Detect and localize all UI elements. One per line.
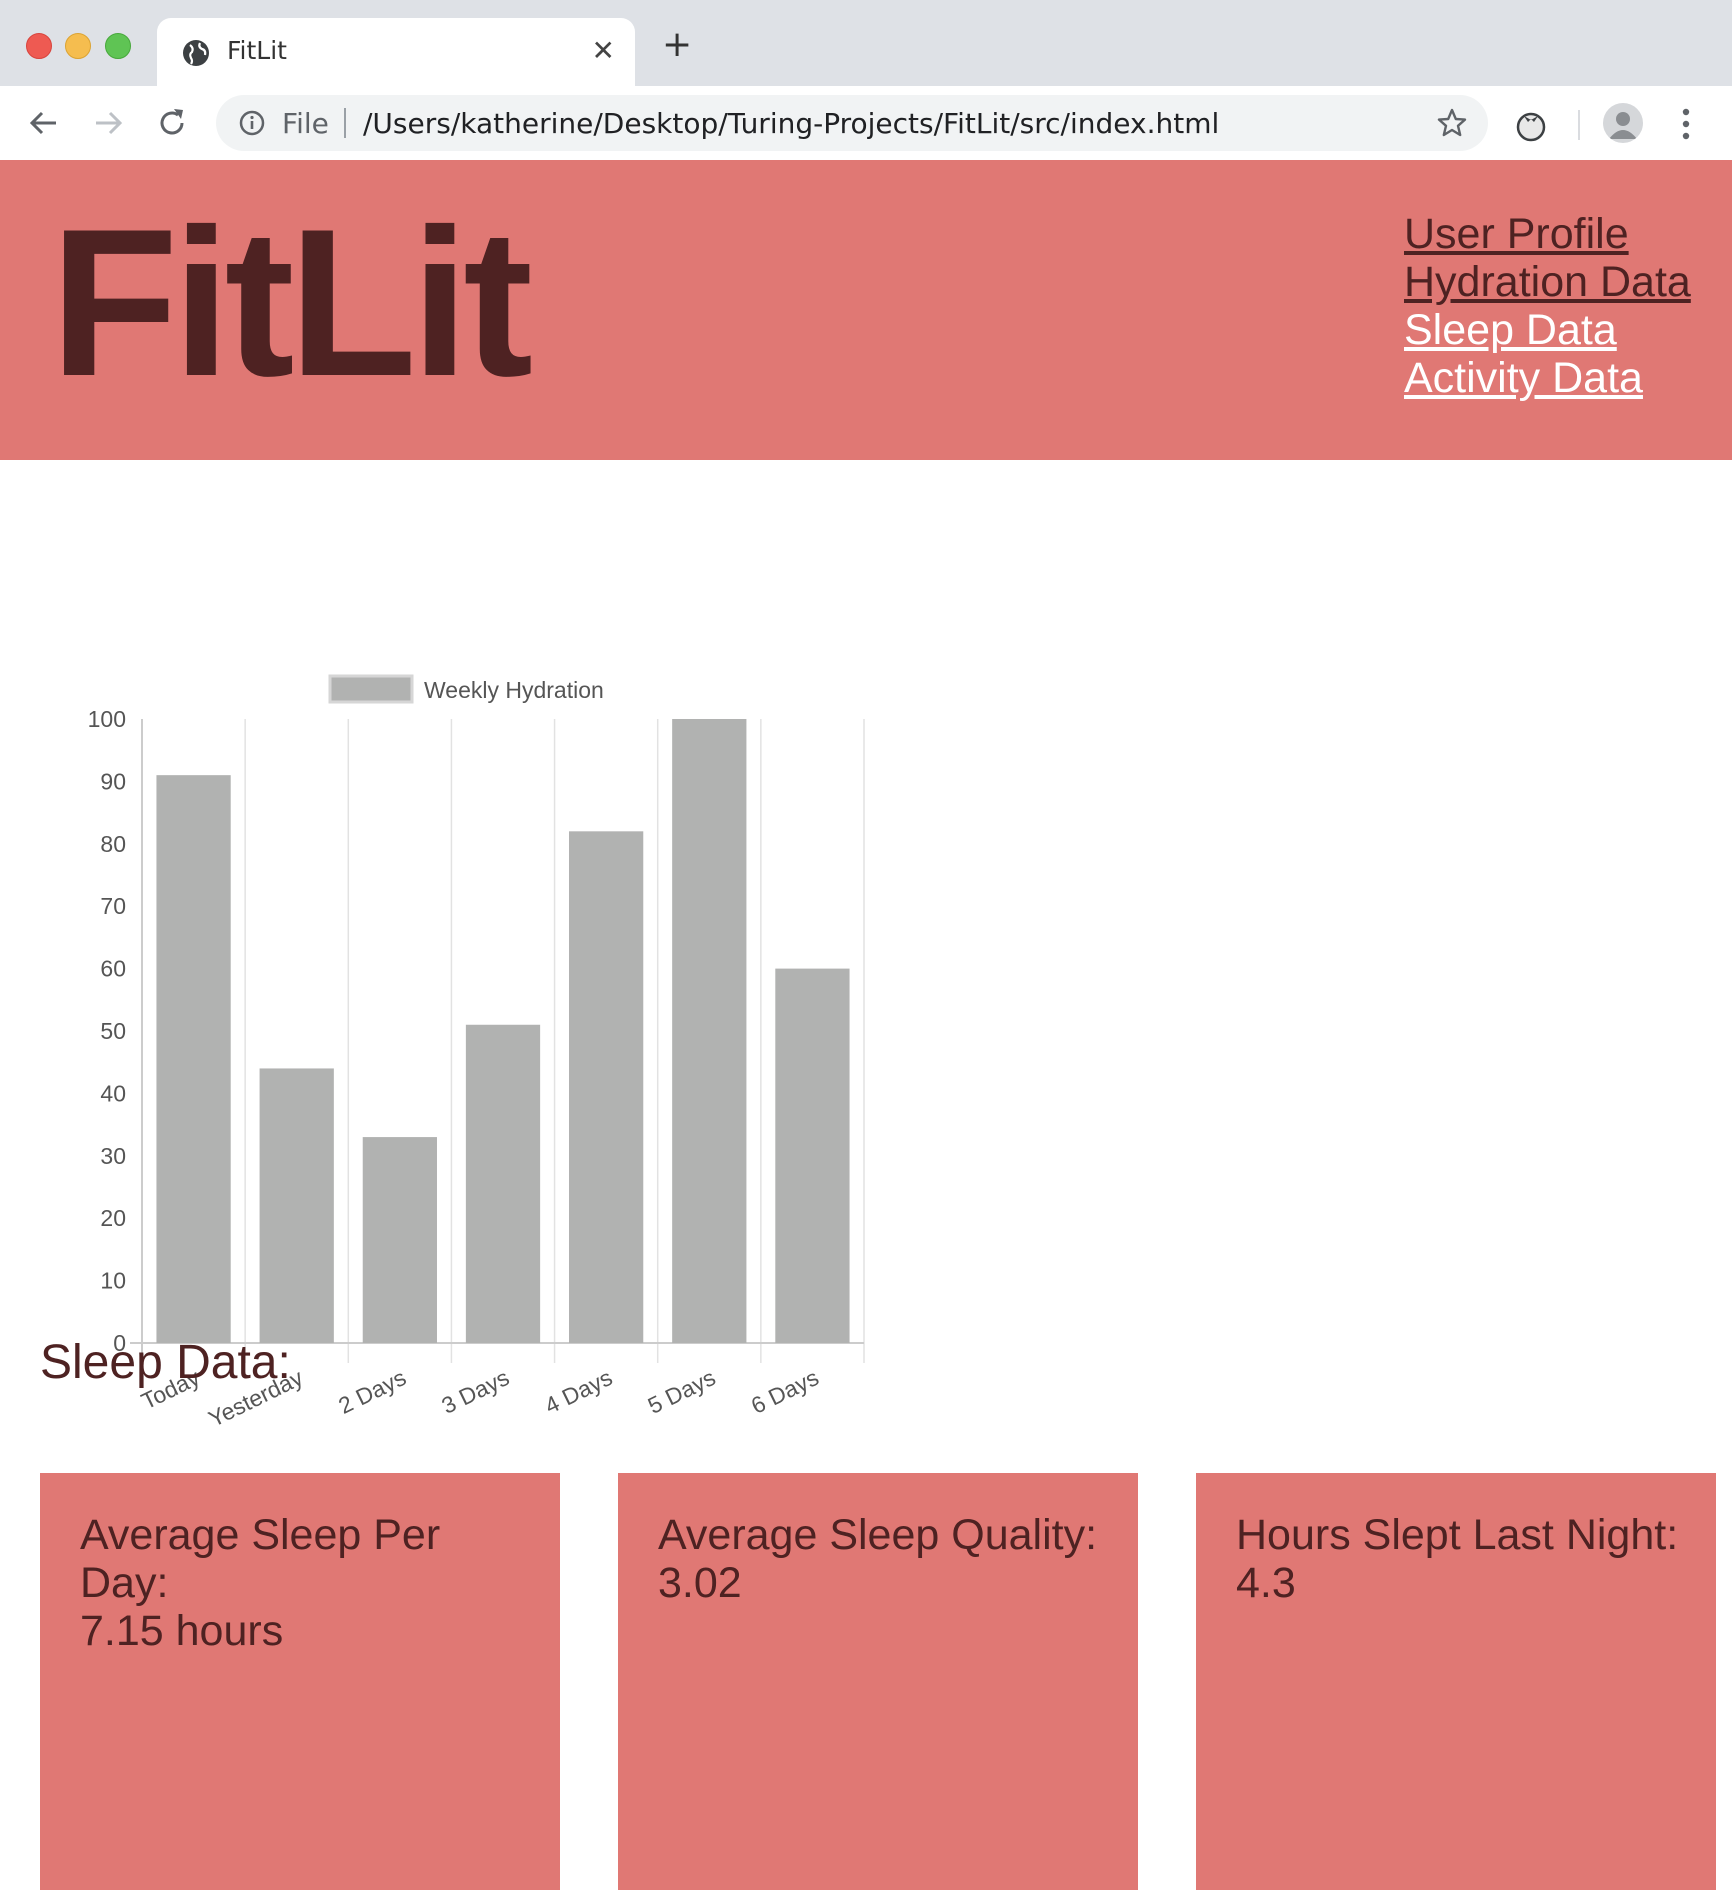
close-tab-icon[interactable]: ✕ <box>592 34 615 67</box>
person-icon <box>1609 112 1637 139</box>
bar <box>569 831 644 1343</box>
card-value: 7.15 hours <box>80 1607 284 1655</box>
x-tick-label: 3 Days <box>437 1364 513 1419</box>
y-tick-label: 40 <box>100 1080 126 1106</box>
y-tick-label: 20 <box>100 1205 126 1231</box>
card-label: Average Sleep Quality: <box>658 1511 1098 1559</box>
tomato-extension-icon[interactable] <box>1513 107 1549 143</box>
logo: FitLit <box>50 185 533 420</box>
profile-avatar[interactable] <box>1603 103 1643 143</box>
info-icon[interactable] <box>238 109 266 137</box>
nav-link-hydration-data[interactable]: Hydration Data <box>1404 258 1691 306</box>
page-content: FitLit User Profile Hydration Data Sleep… <box>0 160 1732 1890</box>
kebab-menu-icon[interactable] <box>1676 104 1696 144</box>
bar <box>775 968 850 1343</box>
nav-link-user-profile[interactable]: User Profile <box>1404 210 1691 258</box>
legend-label: Weekly Hydration <box>424 677 604 703</box>
y-tick-label: 60 <box>100 956 126 982</box>
y-tick-label: 50 <box>100 1018 126 1044</box>
y-tick-label: 100 <box>88 706 126 732</box>
nav-link-activity-data[interactable]: Activity Data <box>1404 354 1691 402</box>
address-separator <box>344 108 346 138</box>
close-window-button[interactable] <box>26 33 52 59</box>
tab-title: FitLit <box>227 36 287 65</box>
forward-arrow-icon[interactable] <box>90 105 126 141</box>
nav-links: User Profile Hydration Data Sleep Data A… <box>1404 210 1691 402</box>
address-scheme-label: File <box>282 107 329 140</box>
toolbar-divider <box>1578 110 1580 140</box>
bookmark-star-icon[interactable] <box>1436 107 1468 139</box>
legend-swatch <box>328 674 414 704</box>
y-tick-label: 30 <box>100 1143 126 1169</box>
x-tick-label: 4 Days <box>541 1364 617 1419</box>
nav-link-sleep-data[interactable]: Sleep Data <box>1404 306 1691 354</box>
sleep-card-average-per-day: Average Sleep Per Day: 7.15 hours <box>40 1473 560 1890</box>
bar <box>672 719 747 1343</box>
card-label: Hours Slept Last Night: <box>1236 1511 1679 1559</box>
maximize-window-button[interactable] <box>105 33 131 59</box>
sleep-card-average-quality: Average Sleep Quality: 3.02 <box>618 1473 1138 1890</box>
bar <box>465 1024 541 1343</box>
y-tick-label: 70 <box>100 893 126 919</box>
address-url[interactable]: /Users/katherine/Desktop/Turing-Projects… <box>363 107 1219 140</box>
new-tab-icon[interactable]: + <box>662 27 692 63</box>
card-value: 4.3 <box>1236 1559 1296 1607</box>
hydration-chart-svg: 0102030405060708090100Today Yesterday 2 Da… <box>88 674 865 1432</box>
site-header: FitLit User Profile Hydration Data Sleep… <box>0 160 1732 460</box>
sleep-heading: Sleep Data: <box>40 1336 291 1389</box>
minimize-window-button[interactable] <box>65 33 91 59</box>
card-value: 3.02 <box>658 1559 742 1607</box>
address-bar[interactable]: File /Users/katherine/Desktop/Turing-Pro… <box>216 95 1488 151</box>
browser-toolbar: File /Users/katherine/Desktop/Turing-Pro… <box>0 86 1732 161</box>
back-arrow-icon[interactable] <box>26 105 62 141</box>
card-label: Average Sleep Per Day: <box>80 1511 441 1607</box>
hydration-chart: 0 10 20 30 40 50 60 70 80 90 100 Today Yesterday 2 Da… <box>60 490 880 1450</box>
reload-icon[interactable] <box>154 105 190 141</box>
bar <box>156 775 231 1343</box>
bar <box>259 1068 334 1343</box>
x-tick-label: 6 Days <box>747 1364 823 1419</box>
y-tick-label: 10 <box>100 1268 126 1294</box>
y-tick-label: 80 <box>100 831 126 857</box>
sleep-card-last-night: Hours Slept Last Night: 4.3 <box>1196 1473 1716 1890</box>
browser-tab[interactable]: FitLit ✕ <box>157 18 635 86</box>
globe-icon <box>183 40 209 66</box>
bar <box>362 1137 437 1343</box>
x-tick-label: 5 Days <box>644 1364 720 1419</box>
y-tick-label: 90 <box>100 768 126 794</box>
browser-tabstrip: FitLit ✕ + <box>0 0 1732 86</box>
x-tick-label: 2 Days <box>334 1364 410 1419</box>
